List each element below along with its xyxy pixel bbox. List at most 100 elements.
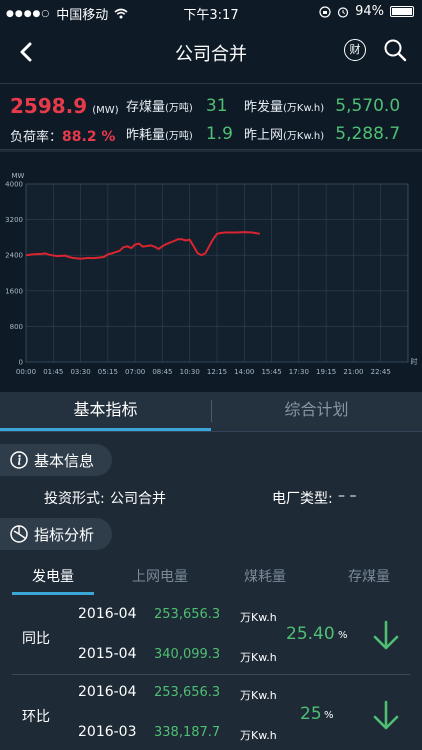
indicator-tab-active-indicator (12, 592, 94, 595)
y-tick-label: 800 (10, 323, 23, 331)
cmp-unit: 万Kw.h (240, 689, 277, 702)
load-unit: (MW) (92, 105, 119, 116)
x-tick-label: 17:30 (289, 368, 309, 376)
alarm-icon (337, 6, 349, 18)
mom-percent-unit: % (324, 710, 334, 721)
grid-stat: 昨上网(万Kw.h) 5,288.7 (244, 124, 400, 144)
y-axis-label: MW (12, 172, 25, 180)
decrease-arrow-icon (373, 620, 399, 650)
coal-stock-stat: 存煤量(万吨) 31 (126, 96, 228, 116)
status-right: 94% (319, 4, 414, 19)
search-icon[interactable] (382, 37, 408, 63)
indicator-tab-generation[interactable]: 发电量 (32, 566, 74, 586)
battery-percent: 94% (355, 4, 384, 19)
cmp-unit: 万Kw.h (240, 611, 277, 624)
x-tick-label: 01:45 (43, 368, 63, 376)
x-tick-label: 03:30 (70, 368, 90, 376)
gen-stat: 昨发量(万Kw.h) 5,570.0 (244, 96, 400, 116)
decrease-arrow-icon (373, 700, 399, 730)
load-rate-stat: 负荷率：88.2 % (10, 126, 115, 145)
grid-value: 5,288.7 (335, 124, 401, 144)
indicator-tab-grid[interactable]: 上网电量 (132, 566, 188, 586)
plant-type-label: 电厂类型: (272, 491, 333, 507)
coal-used-stat: 昨耗量(万吨) 1.9 (126, 124, 233, 144)
load-rate-value: 88.2 % (62, 129, 116, 145)
yoy-percent-unit: % (338, 630, 348, 641)
y-tick-label: 4000 (5, 181, 23, 189)
nav-bar: 公司合并 财 (0, 24, 422, 84)
stats-panel: 2598.9 (MW) 负荷率：88.2 % 存煤量(万吨) 31 昨耗量(万吨… (0, 84, 422, 150)
x-tick-label: 12:15 (207, 368, 227, 376)
y-tick-label: 3200 (5, 216, 23, 224)
load-rate-label: 负荷率： (10, 130, 63, 145)
x-tick-label: 08:45 (152, 368, 172, 376)
status-bar: ●●●●○ 中国移动 下午3:17 94% (0, 0, 422, 24)
coal-used-unit: (万吨) (165, 131, 193, 142)
gen-value: 5,570.0 (335, 96, 401, 116)
tab-basic-indicators[interactable]: 基本指标 (0, 392, 211, 430)
pie-chart-icon (10, 525, 28, 543)
x-tick-label: 21:00 (343, 368, 363, 376)
mom-percent: 25 (300, 704, 322, 724)
indicator-tabs: 发电量 上网电量 煤耗量 存煤量 (0, 560, 422, 596)
coal-used-label: 昨耗量 (126, 128, 166, 143)
coal-used-value: 1.9 (205, 124, 233, 144)
x-tick-label: 00:00 (16, 368, 36, 376)
mom-comparison: 2016-04 253,656.3 万Kw.h 环比 25 % 2016-03 … (0, 678, 422, 750)
gen-label: 昨发量 (244, 100, 284, 115)
indicator-tab-coal-stock[interactable]: 存煤量 (348, 566, 390, 586)
yoy-percent: 25.40 (286, 624, 335, 644)
indicator-tab-coal-consumption[interactable]: 煤耗量 (244, 566, 286, 586)
x-tick-label: 22:45 (371, 368, 391, 376)
x-tick-label: 19:15 (316, 368, 336, 376)
cmp-date: 2016-04 (78, 606, 137, 622)
x-axis-label: 时 (411, 357, 418, 366)
cmp-date: 2016-03 (78, 724, 137, 740)
yoy-comparison: 2016-04 253,656.3 万Kw.h 同比 25.40 % 2015-… (0, 598, 422, 676)
basic-info-header: 基本信息 (0, 444, 112, 476)
y-tick-label: 1600 (5, 287, 23, 295)
y-tick-label: 0 (19, 359, 23, 367)
basic-info-row: 投资形式: 公司合并 电厂类型: – – (0, 488, 422, 508)
load-stat: 2598.9 (MW) (10, 94, 119, 118)
mom-label: 环比 (22, 709, 50, 725)
cmp-value: 253,656.3 (154, 685, 221, 700)
cmp-date: 2016-04 (78, 684, 137, 700)
grid-label: 昨上网 (244, 128, 284, 143)
rotation-lock-icon (319, 5, 331, 18)
coal-stock-unit: (万吨) (165, 103, 193, 114)
load-chart: 0 800 1600 2400 3200 4000 00:00 01:45 03:30 05:15… (0, 152, 422, 392)
basic-info-title: 基本信息 (34, 452, 95, 470)
grid-unit: (万Kw.h) (283, 131, 325, 142)
cmp-value: 340,099.3 (154, 647, 221, 662)
invest-value: 公司合并 (110, 491, 166, 507)
load-chart-svg: 0 800 1600 2400 3200 4000 00:00 01:45 03:30 05:15… (5, 172, 418, 376)
x-tick-label: 15:45 (261, 368, 281, 376)
cmp-value: 253,656.3 (154, 607, 221, 622)
x-tick-label: 14:00 (234, 368, 254, 376)
battery-icon (390, 6, 414, 17)
x-tick-label: 10:30 (180, 368, 200, 376)
plant-type-value: – – (338, 488, 357, 504)
yoy-label: 同比 (22, 631, 50, 647)
cmp-unit: 万Kw.h (240, 651, 277, 664)
invest-label: 投资形式: (44, 491, 105, 507)
main-tabs: 基本指标 综合计划 (0, 392, 422, 432)
indicator-analysis-title: 指标分析 (34, 526, 95, 544)
finance-button[interactable]: 财 (344, 39, 366, 61)
coal-stock-label: 存煤量 (126, 100, 166, 115)
x-tick-label: 05:15 (98, 368, 118, 376)
cmp-date: 2015-04 (78, 646, 137, 662)
coal-stock-value: 31 (205, 96, 228, 116)
cmp-unit: 万Kw.h (240, 729, 277, 742)
load-value: 2598.9 (10, 94, 88, 118)
indicator-analysis-header: 指标分析 (0, 518, 112, 550)
gen-unit: (万Kw.h) (283, 103, 325, 114)
section-divider (12, 674, 410, 675)
tab-comprehensive-plan[interactable]: 综合计划 (211, 392, 422, 430)
tab-active-indicator (0, 428, 211, 431)
x-tick-label: 07:00 (125, 368, 145, 376)
y-tick-label: 2400 (5, 252, 23, 260)
info-icon (10, 451, 28, 469)
cmp-value: 338,187.7 (154, 725, 221, 740)
